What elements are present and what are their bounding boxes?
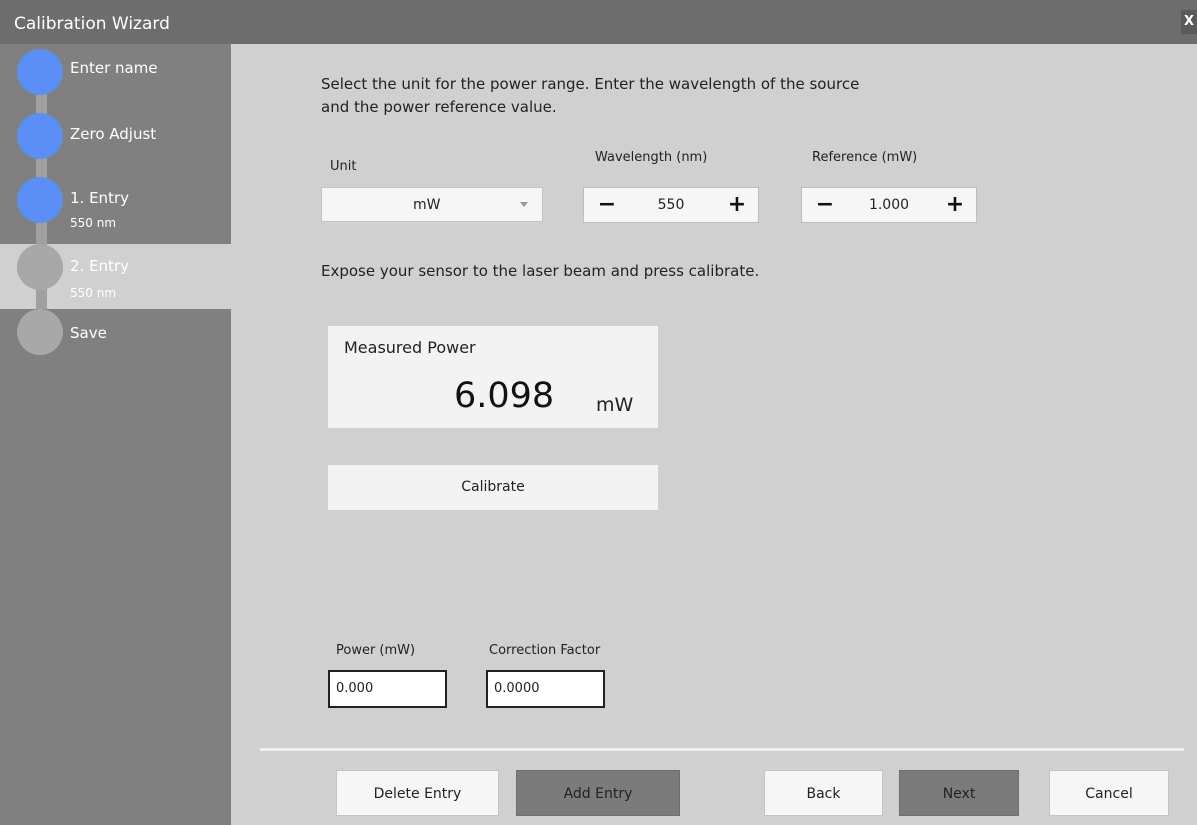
wavelength-stepper[interactable]: − 550 + [583, 187, 759, 223]
unit-select[interactable]: mW [321, 187, 543, 222]
plus-icon[interactable]: + [726, 191, 748, 219]
minus-icon[interactable]: − [814, 191, 836, 219]
power-field[interactable]: 0.000 [328, 670, 447, 708]
wavelength-value[interactable]: 550 [634, 197, 708, 213]
instruction-line-1: Select the unit for the power range. Ent… [321, 75, 860, 93]
step-enter-name[interactable]: Enter name [0, 44, 231, 106]
step-pending-icon [17, 309, 63, 355]
step-sublabel: 550 nm [70, 216, 117, 230]
step-done-icon [17, 113, 63, 159]
reference-label: Reference (mW) [812, 150, 918, 165]
reference-stepper[interactable]: − 1.000 + [801, 187, 977, 223]
step-sublabel: 550 nm [70, 286, 117, 300]
step-label: Save [70, 324, 107, 342]
plus-icon[interactable]: + [944, 191, 966, 219]
expose-instruction: Expose your sensor to the laser beam and… [321, 262, 760, 280]
footer-divider [260, 748, 1184, 751]
instruction-line-2: and the power reference value. [321, 98, 557, 116]
unit-label: Unit [330, 159, 357, 174]
delete-entry-button[interactable]: Delete Entry [336, 770, 499, 816]
title-bar: Calibration Wizard X [0, 0, 1197, 44]
wizard-content: Select the unit for the power range. Ent… [231, 44, 1197, 825]
measured-power-label: Measured Power [344, 338, 476, 357]
step-label: 1. Entry [70, 189, 129, 207]
step-done-icon [17, 49, 63, 95]
step-save[interactable]: Save [0, 309, 231, 371]
add-entry-button[interactable]: Add Entry [516, 770, 680, 816]
step-current-icon [17, 244, 63, 290]
minus-icon[interactable]: − [596, 191, 618, 219]
step-label: Enter name [70, 59, 158, 77]
cancel-button[interactable]: Cancel [1049, 770, 1169, 816]
correction-factor-field[interactable]: 0.0000 [486, 670, 605, 708]
correction-factor-label: Correction Factor [489, 643, 601, 658]
back-button[interactable]: Back [764, 770, 883, 816]
unit-select-value: mW [413, 197, 441, 213]
window-title: Calibration Wizard [14, 14, 170, 34]
measured-power-panel: Measured Power 6.098 mW [328, 326, 658, 428]
next-button[interactable]: Next [899, 770, 1019, 816]
chevron-down-icon [520, 202, 528, 207]
wavelength-label: Wavelength (nm) [595, 150, 708, 165]
step-entry-2[interactable]: 2. Entry 550 nm [0, 244, 231, 309]
step-label: 2. Entry [70, 257, 129, 275]
wizard-steps-sidebar: Enter name Zero Adjust 1. Entry 550 nm 2… [0, 44, 231, 825]
step-label: Zero Adjust [70, 125, 157, 143]
measured-power-unit: mW [596, 394, 634, 416]
measured-power-value: 6.098 [454, 376, 555, 416]
close-button[interactable]: X [1181, 10, 1197, 34]
reference-value[interactable]: 1.000 [852, 197, 926, 213]
power-label: Power (mW) [336, 643, 416, 658]
calibrate-button[interactable]: Calibrate [328, 465, 658, 510]
step-entry-1[interactable]: 1. Entry 550 nm [0, 177, 231, 239]
step-done-icon [17, 177, 63, 223]
step-zero-adjust[interactable]: Zero Adjust [0, 108, 231, 170]
